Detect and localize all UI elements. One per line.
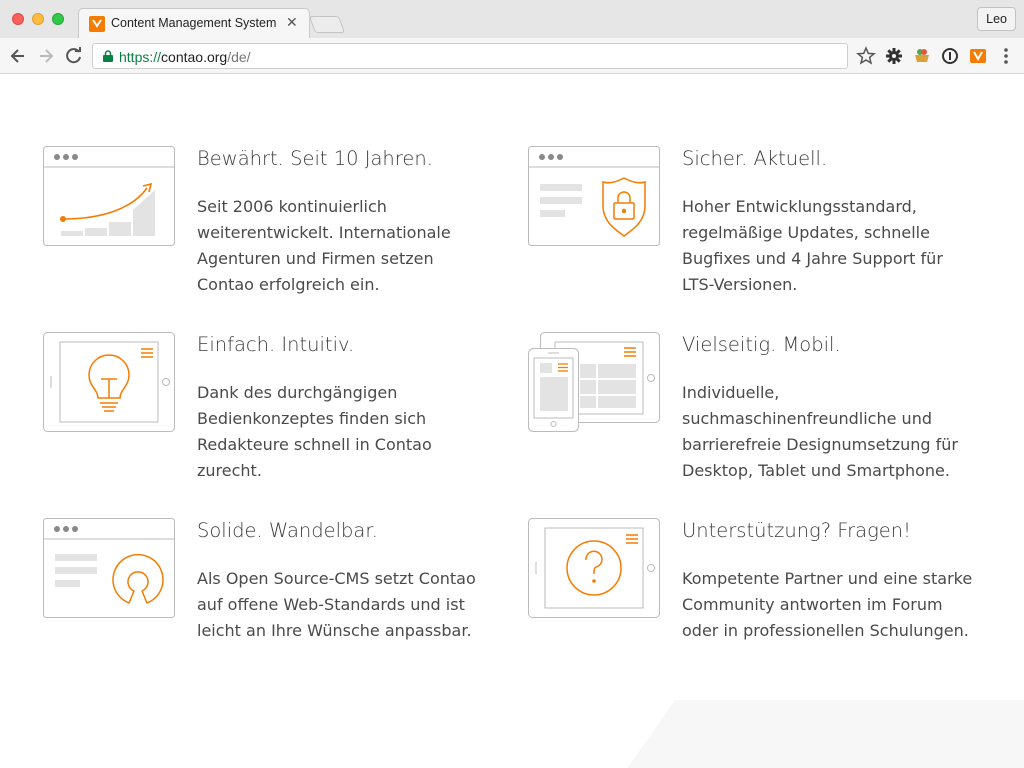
contao-favicon-icon [89, 16, 105, 32]
address-bar[interactable]: https://contao.org/de/ [92, 43, 848, 69]
feature-text: Kompetente Partner und eine starke Commun… [682, 569, 973, 640]
forward-icon[interactable] [36, 46, 56, 66]
url-text: https://contao.org/de/ [119, 49, 251, 65]
question-tablet-icon [528, 518, 660, 618]
reload-icon[interactable] [64, 46, 84, 66]
feature-text: Individuelle, suchmaschinenfreundliche un… [682, 383, 958, 480]
tab-close-icon[interactable]: ✕ [286, 14, 298, 31]
browser-toolbar: https://contao.org/de/ [0, 38, 1024, 74]
feature-title: Vielseitig. Mobil. [682, 333, 841, 356]
feature-title: Bewährt. Seit 10 Jahren. [197, 147, 433, 170]
window-maximize-button[interactable] [52, 13, 64, 25]
info-extension-icon[interactable] [940, 46, 960, 66]
lightbulb-tablet-icon [43, 332, 175, 432]
devices-icon [528, 332, 660, 432]
background-decoration [604, 700, 1024, 768]
window-close-button[interactable] [12, 13, 24, 25]
growth-chart-icon [43, 146, 175, 246]
feature-title: Sicher. Aktuell. [682, 147, 828, 170]
feature-title: Solide. Wandelbar. [197, 519, 378, 542]
basket-extension-icon[interactable] [912, 46, 932, 66]
contao-extension-icon[interactable] [968, 46, 988, 66]
feature-text: Seit 2006 kontinuierlich weiterentwickelt… [197, 197, 451, 294]
shield-lock-icon [528, 146, 660, 246]
browser-tab[interactable]: Content Management System ✕ [78, 8, 310, 38]
feature-title: Unterstützung? Fragen! [682, 519, 911, 542]
open-source-icon [43, 518, 175, 618]
tab-title: Content Management System [111, 16, 277, 30]
profile-button[interactable]: Leo [977, 7, 1016, 31]
lock-icon [103, 50, 113, 62]
gear-icon[interactable] [884, 46, 904, 66]
feature-text: Hoher Entwicklungsstandard, regelmäßige U… [682, 197, 943, 294]
feature-title: Einfach. Intuitiv. [197, 333, 355, 356]
menu-icon[interactable] [996, 46, 1016, 66]
feature-text: Dank des durchgängigen Bedienkonzeptes fi… [197, 383, 432, 480]
window-minimize-button[interactable] [32, 13, 44, 25]
feature-text: Als Open Source-CMS setzt Contao auf offe… [197, 569, 476, 640]
browser-titlebar: Content Management System ✕ Leo [0, 0, 1024, 38]
new-tab-button[interactable] [308, 16, 346, 33]
back-icon[interactable] [8, 46, 28, 66]
bookmark-star-icon[interactable] [856, 46, 876, 66]
